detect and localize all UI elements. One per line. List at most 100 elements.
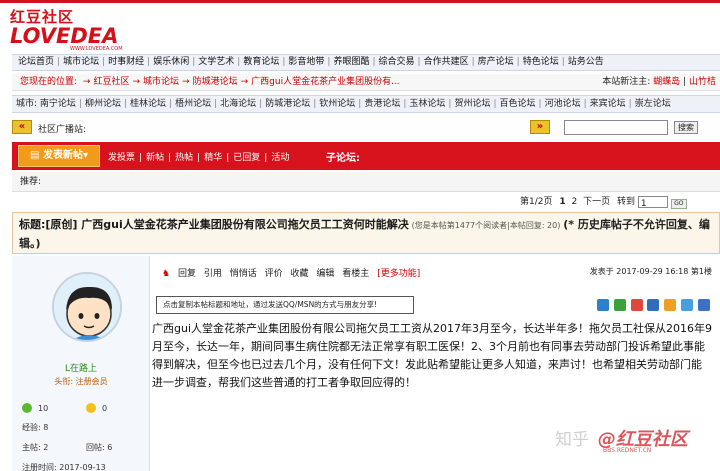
author-level: 头衔: 注册会员 bbox=[54, 377, 108, 386]
city-nav-item-3[interactable]: 梧州论坛 bbox=[175, 96, 211, 112]
toolbar-item-1[interactable]: 新帖 bbox=[146, 153, 164, 163]
main-nav-sep: | bbox=[237, 57, 241, 67]
share-qzone-icon[interactable] bbox=[664, 299, 677, 311]
forum-toolbar: ▤ 发表新帖▾ 发投票 | 新帖 | 热帖 | 精华 | 已回复 | 活动 子论坛: bbox=[12, 142, 720, 170]
quote-link[interactable]: 引用 bbox=[204, 269, 222, 279]
go-button[interactable]: GO bbox=[670, 199, 687, 209]
share-qq-icon[interactable] bbox=[647, 299, 660, 311]
scroll-right-icon[interactable]: » bbox=[530, 120, 550, 134]
city-nav-item-9[interactable]: 贺州论坛 bbox=[454, 96, 490, 112]
watermark: 知乎 @红豆社区 BBS.REDNET.CN bbox=[555, 425, 688, 454]
city-nav-item-10[interactable]: 百色论坛 bbox=[500, 96, 536, 112]
toolbar-item-0[interactable]: 发投票 bbox=[108, 153, 135, 163]
breadcrumb-item-0[interactable]: 红豆社区 bbox=[93, 77, 129, 87]
breadcrumb-item-1[interactable]: 城市论坛 bbox=[143, 77, 179, 87]
city-nav-item-12[interactable]: 来宾论坛 bbox=[590, 96, 626, 112]
page-link-1[interactable]: 1 bbox=[559, 197, 565, 207]
share-weibo-icon[interactable] bbox=[630, 299, 643, 311]
avatar[interactable] bbox=[52, 272, 122, 342]
city-nav-item-7[interactable]: 贵港论坛 bbox=[364, 96, 400, 112]
city-nav-item-6[interactable]: 钦州论坛 bbox=[319, 96, 355, 112]
breadcrumb-arrow-icon: → bbox=[240, 77, 249, 87]
main-nav-item-5[interactable]: 教育论坛 bbox=[243, 55, 279, 70]
city-nav-sep: | bbox=[448, 99, 452, 109]
toolbar-item-2[interactable]: 热帖 bbox=[175, 153, 193, 163]
main-nav-item-6[interactable]: 影音地带 bbox=[288, 55, 324, 70]
green-count: 10 bbox=[38, 404, 49, 413]
goto-label: 转到 bbox=[617, 197, 636, 207]
city-nav-item-11[interactable]: 河池论坛 bbox=[545, 96, 581, 112]
whisper-link[interactable]: 悄悄话 bbox=[230, 269, 257, 279]
toolbar-item-5[interactable]: 活动 bbox=[271, 153, 289, 163]
toolbar-item-4[interactable]: 已回复 bbox=[233, 153, 260, 163]
breadcrumb: 您现在的位置: → 红豆社区 → 城市论坛 → 防城港论坛 → 广西gui人堂金花茶产业集团股… bbox=[12, 74, 720, 91]
chevron-down-icon: ▾ bbox=[82, 150, 88, 161]
main-nav-item-7[interactable]: 养眼图酷 bbox=[333, 55, 369, 70]
main-nav-sep: | bbox=[372, 57, 376, 67]
page-info: 第1/2页 bbox=[520, 197, 553, 207]
page-input[interactable]: 1 bbox=[637, 196, 668, 209]
city-nav-item-5[interactable]: 防城港论坛 bbox=[265, 96, 310, 112]
reg-stat: 注册时间: 2017-09-13 bbox=[22, 462, 106, 471]
copy-link-box[interactable]: 点击复制本帖标题和地址，通过发送QQ/MSN的方式与朋友分享! bbox=[156, 296, 414, 314]
page-link-2[interactable]: 2 bbox=[572, 197, 578, 207]
city-nav-item-13[interactable]: 崇左论坛 bbox=[635, 96, 671, 112]
new-member-1[interactable]: 蝴蝶岛 bbox=[653, 77, 680, 87]
city-nav-item-2[interactable]: 桂林论坛 bbox=[130, 96, 166, 112]
main-nav-item-8[interactable]: 综合交易 bbox=[379, 55, 415, 70]
edit-link[interactable]: 编辑 bbox=[316, 269, 334, 279]
points-stat: 经验: 8 bbox=[22, 422, 48, 433]
search-button[interactable]: 搜索 bbox=[674, 121, 698, 134]
points-label: 经验: bbox=[22, 423, 41, 432]
city-nav-item-4[interactable]: 北海论坛 bbox=[220, 96, 256, 112]
main-nav-item-2[interactable]: 时事财经 bbox=[108, 55, 144, 70]
rate-link[interactable]: 评价 bbox=[265, 269, 283, 279]
author-name[interactable]: L在路上 bbox=[12, 361, 150, 374]
site-logo[interactable]: 红豆社区 LOVEDEA WWW.LOVEDEA.COM bbox=[10, 6, 135, 52]
avatar-image bbox=[54, 274, 120, 340]
author-only-link[interactable]: 看楼主 bbox=[342, 269, 369, 279]
toolbar-sep: | bbox=[139, 153, 143, 163]
next-page-link[interactable]: 下一页 bbox=[583, 197, 610, 207]
main-nav-item-12[interactable]: 站务公告 bbox=[568, 55, 604, 70]
share-renren-icon[interactable] bbox=[681, 299, 694, 311]
search-input[interactable] bbox=[564, 120, 668, 135]
logo-wordmark: LOVEDEA bbox=[10, 24, 119, 48]
broadcast-bar: « 社区广播站: » 搜索 bbox=[12, 118, 720, 138]
share-wechat-icon[interactable] bbox=[613, 299, 626, 311]
main-nav-item-1[interactable]: 城市论坛 bbox=[63, 55, 99, 70]
main-nav-item-9[interactable]: 合作共建区 bbox=[424, 55, 469, 70]
city-nav-item-0[interactable]: 城市: 南宁论坛 bbox=[16, 96, 76, 112]
main-nav-sep: | bbox=[282, 57, 286, 67]
new-member-sep: | bbox=[683, 77, 687, 87]
more-functions-link[interactable]: [更多功能] bbox=[377, 269, 420, 279]
breadcrumb-item-3[interactable]: 广西gui人堂金花茶产业集团股份有... bbox=[251, 77, 400, 87]
toolbar-item-3[interactable]: 精华 bbox=[204, 153, 222, 163]
post-time: 发表于 2017-09-29 16:18 第1楼 bbox=[589, 267, 712, 276]
main-nav-sep: | bbox=[57, 57, 61, 67]
city-nav-item-8[interactable]: 玉林论坛 bbox=[409, 96, 445, 112]
favorite-link[interactable]: 收藏 bbox=[291, 269, 309, 279]
main-nav-sep: | bbox=[417, 57, 421, 67]
main-nav-item-11[interactable]: 特色论坛 bbox=[523, 55, 559, 70]
new-post-label: 发表新帖 bbox=[42, 150, 83, 161]
share-plus-icon[interactable] bbox=[596, 299, 609, 311]
main-nav-item-0[interactable]: 论坛首页 bbox=[18, 55, 54, 70]
new-member-2[interactable]: 山竹桔 bbox=[689, 77, 716, 87]
reply-link[interactable]: 回复 bbox=[178, 269, 196, 279]
city-nav-sep: | bbox=[78, 99, 82, 109]
new-post-button[interactable]: ▤ 发表新帖▾ bbox=[18, 145, 100, 167]
main-nav-item-3[interactable]: 娱乐休闲 bbox=[153, 55, 189, 70]
yellow-count: 0 bbox=[102, 404, 108, 413]
city-nav-item-1[interactable]: 柳州论坛 bbox=[85, 96, 121, 112]
breadcrumb-item-2[interactable]: 防城港论坛 bbox=[193, 77, 238, 87]
points-value: 8 bbox=[43, 423, 49, 432]
topics-stat: 主帖: 2 bbox=[22, 442, 48, 453]
author-panel: L在路上 头衔: 注册会员 10 0 经验: 8 主帖: 2 回帖: 6 注册时… bbox=[12, 256, 150, 471]
share-tencent-icon[interactable] bbox=[698, 299, 710, 311]
main-nav-item-10[interactable]: 房产论坛 bbox=[478, 55, 514, 70]
main-nav-item-4[interactable]: 文学艺术 bbox=[198, 55, 234, 70]
green-badge-icon bbox=[22, 403, 32, 413]
scroll-left-icon[interactable]: « bbox=[12, 120, 32, 134]
watermark-url: BBS.REDNET.CN bbox=[603, 447, 652, 454]
